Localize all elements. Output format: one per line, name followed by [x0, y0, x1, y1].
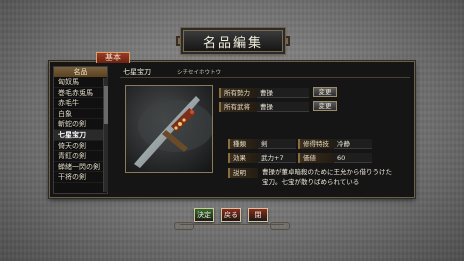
effect-label: 効果 [228, 153, 258, 163]
screen-title: 名品編集 [183, 30, 283, 52]
item-name: 七星宝刀 [123, 68, 151, 76]
type-label: 種類 [228, 139, 258, 149]
back-button[interactable]: 戻る [221, 208, 241, 222]
sword-image [134, 96, 212, 168]
description-line-2: 宝刀。七宝が散りばめられている [262, 178, 360, 186]
price-value: 60 [334, 153, 372, 163]
list-item[interactable]: 白象 [54, 109, 107, 120]
list-item[interactable]: 赤毛牛 [54, 98, 107, 109]
change-force-button[interactable]: 変更 [313, 87, 337, 97]
header-divider [120, 77, 410, 78]
list-item[interactable]: 倚天の剣 [54, 141, 107, 152]
bottom-ornament [174, 222, 290, 230]
list-item[interactable]: 蝉緒一閃の剣 [54, 162, 107, 173]
list-item[interactable]: 巻毛赤兎馬 [54, 88, 107, 99]
special-value: 冷静 [334, 139, 372, 149]
item-list: 名品 匈奴馬 巻毛赤兎馬 赤毛牛 白象 斬蛇の剣 七星宝刀 倚天の剣 青釭の剣 蝉緒一閃の剣 干将… [53, 66, 108, 194]
list-item[interactable]: 匈奴馬 [54, 77, 107, 88]
list-scrollbar[interactable] [103, 78, 108, 192]
item-reading: シチセイホウトウ [177, 70, 222, 76]
force-label: 所有勢力 [219, 88, 257, 98]
effect-value: 武力+7 [258, 153, 296, 163]
general-value: 曹操 [257, 102, 309, 112]
general-label: 所有武将 [219, 102, 257, 112]
list-item[interactable]: 斬蛇の剣 [54, 119, 107, 130]
change-general-button[interactable]: 変更 [313, 101, 337, 111]
description-text: 曹操が董卓暗殺のために王允から借りうけた 宝刀。七宝が散りばめられている [262, 167, 408, 187]
list-item[interactable]: 干将の剣 [54, 172, 107, 183]
force-value: 曹操 [257, 88, 309, 98]
description-label: 説明 [228, 168, 258, 178]
list-header: 名品 [54, 67, 107, 77]
confirm-button[interactable]: 決定 [194, 208, 214, 222]
description-line-1: 曹操が董卓暗殺のために王允から借りうけた [262, 168, 392, 176]
list-item[interactable]: 七星宝刀 [54, 129, 107, 141]
close-button[interactable]: 閉 [248, 208, 268, 222]
price-label: 価値 [298, 153, 334, 163]
list-item[interactable]: 青釭の剣 [54, 151, 107, 162]
item-portrait [125, 85, 213, 173]
scrollbar-thumb[interactable] [104, 86, 108, 124]
type-value: 剣 [258, 139, 296, 149]
special-label: 修得特技 [298, 139, 334, 149]
tab-basic[interactable]: 基本 [96, 52, 130, 63]
